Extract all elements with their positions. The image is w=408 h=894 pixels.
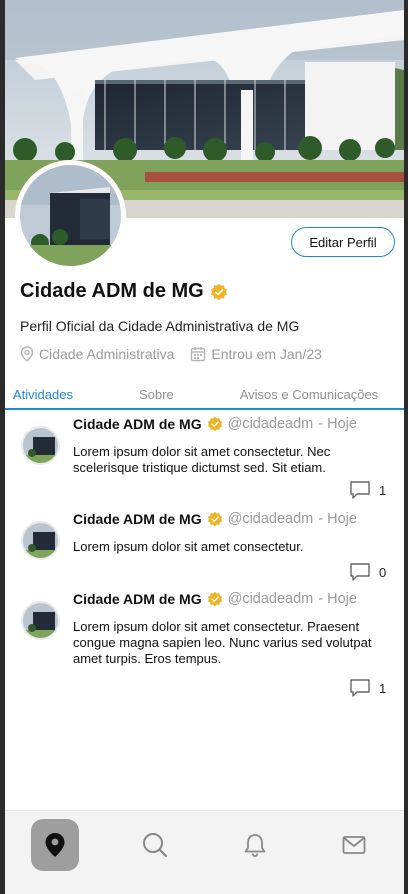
map-pin-icon bbox=[45, 833, 65, 857]
post-avatar[interactable] bbox=[21, 521, 60, 560]
post-avatar[interactable] bbox=[21, 601, 60, 640]
comment-icon bbox=[350, 679, 370, 697]
profile-tabs: Atividades Sobre Avisos e Comunicações bbox=[5, 380, 404, 410]
verified-badge-icon bbox=[210, 283, 227, 300]
reply-count: 1 bbox=[379, 680, 387, 696]
bell-icon bbox=[244, 834, 266, 857]
post-author: Cidade ADM de MG bbox=[73, 591, 202, 607]
device-edge-left bbox=[0, 0, 5, 894]
location-info: Cidade Administrativa bbox=[20, 346, 174, 362]
post-author: Cidade ADM de MG bbox=[73, 511, 202, 527]
comment-icon bbox=[350, 563, 370, 581]
reply-button[interactable]: 1 bbox=[349, 678, 386, 698]
reply-button[interactable]: 1 bbox=[349, 480, 386, 500]
comment-icon bbox=[350, 481, 370, 499]
profile-bio: Perfil Oficial da Cidade Administrativa … bbox=[20, 318, 300, 334]
mail-icon bbox=[342, 836, 366, 854]
post-handle: @cidadeadm bbox=[227, 511, 314, 527]
app-screen: Editar Perfil Cidade ADM de MG Perfil Of… bbox=[0, 0, 408, 894]
post-text: Lorem ipsum dolor sit amet consectetur. … bbox=[73, 619, 372, 666]
verified-badge-icon bbox=[207, 416, 222, 432]
nav-messages[interactable] bbox=[330, 819, 378, 871]
joined-text: Entrou em Jan/23 bbox=[211, 346, 322, 362]
post-handle: @cidadeadm bbox=[227, 416, 314, 432]
nav-search[interactable] bbox=[131, 819, 179, 871]
tab-avisos[interactable]: Avisos e Comunicações bbox=[240, 380, 379, 408]
nav-notifications[interactable] bbox=[231, 819, 279, 871]
bottom-navigation bbox=[5, 810, 404, 894]
reply-button[interactable]: 0 bbox=[349, 562, 386, 582]
joined-info: Entrou em Jan/23 bbox=[190, 346, 322, 362]
reply-count: 1 bbox=[379, 482, 387, 498]
edit-profile-button[interactable]: Editar Perfil bbox=[291, 227, 395, 257]
nav-map[interactable] bbox=[31, 819, 79, 871]
location-pin-icon bbox=[20, 346, 34, 362]
profile-name: Cidade ADM de MG bbox=[20, 280, 204, 302]
verified-badge-icon bbox=[207, 591, 222, 607]
profile-avatar[interactable] bbox=[15, 160, 126, 271]
post-time: - Hoje bbox=[318, 416, 357, 432]
post-author: Cidade ADM de MG bbox=[73, 416, 202, 432]
device-edge-right bbox=[404, 0, 408, 894]
calendar-icon bbox=[191, 347, 206, 362]
search-icon bbox=[143, 833, 168, 858]
post-text: Lorem ipsum dolor sit amet consectetur. bbox=[73, 539, 304, 554]
location-text: Cidade Administrativa bbox=[39, 346, 175, 362]
verified-badge-icon bbox=[207, 511, 222, 527]
tab-sobre[interactable]: Sobre bbox=[139, 380, 174, 408]
post-handle: @cidadeadm bbox=[227, 591, 314, 607]
reply-count: 0 bbox=[379, 564, 387, 580]
post-avatar[interactable] bbox=[21, 426, 60, 465]
tab-atividades[interactable]: Atividades bbox=[13, 380, 73, 408]
post-time: - Hoje bbox=[318, 591, 357, 607]
post-time: - Hoje bbox=[318, 511, 357, 527]
post-text: Lorem ipsum dolor sit amet consectetur. … bbox=[73, 444, 331, 475]
